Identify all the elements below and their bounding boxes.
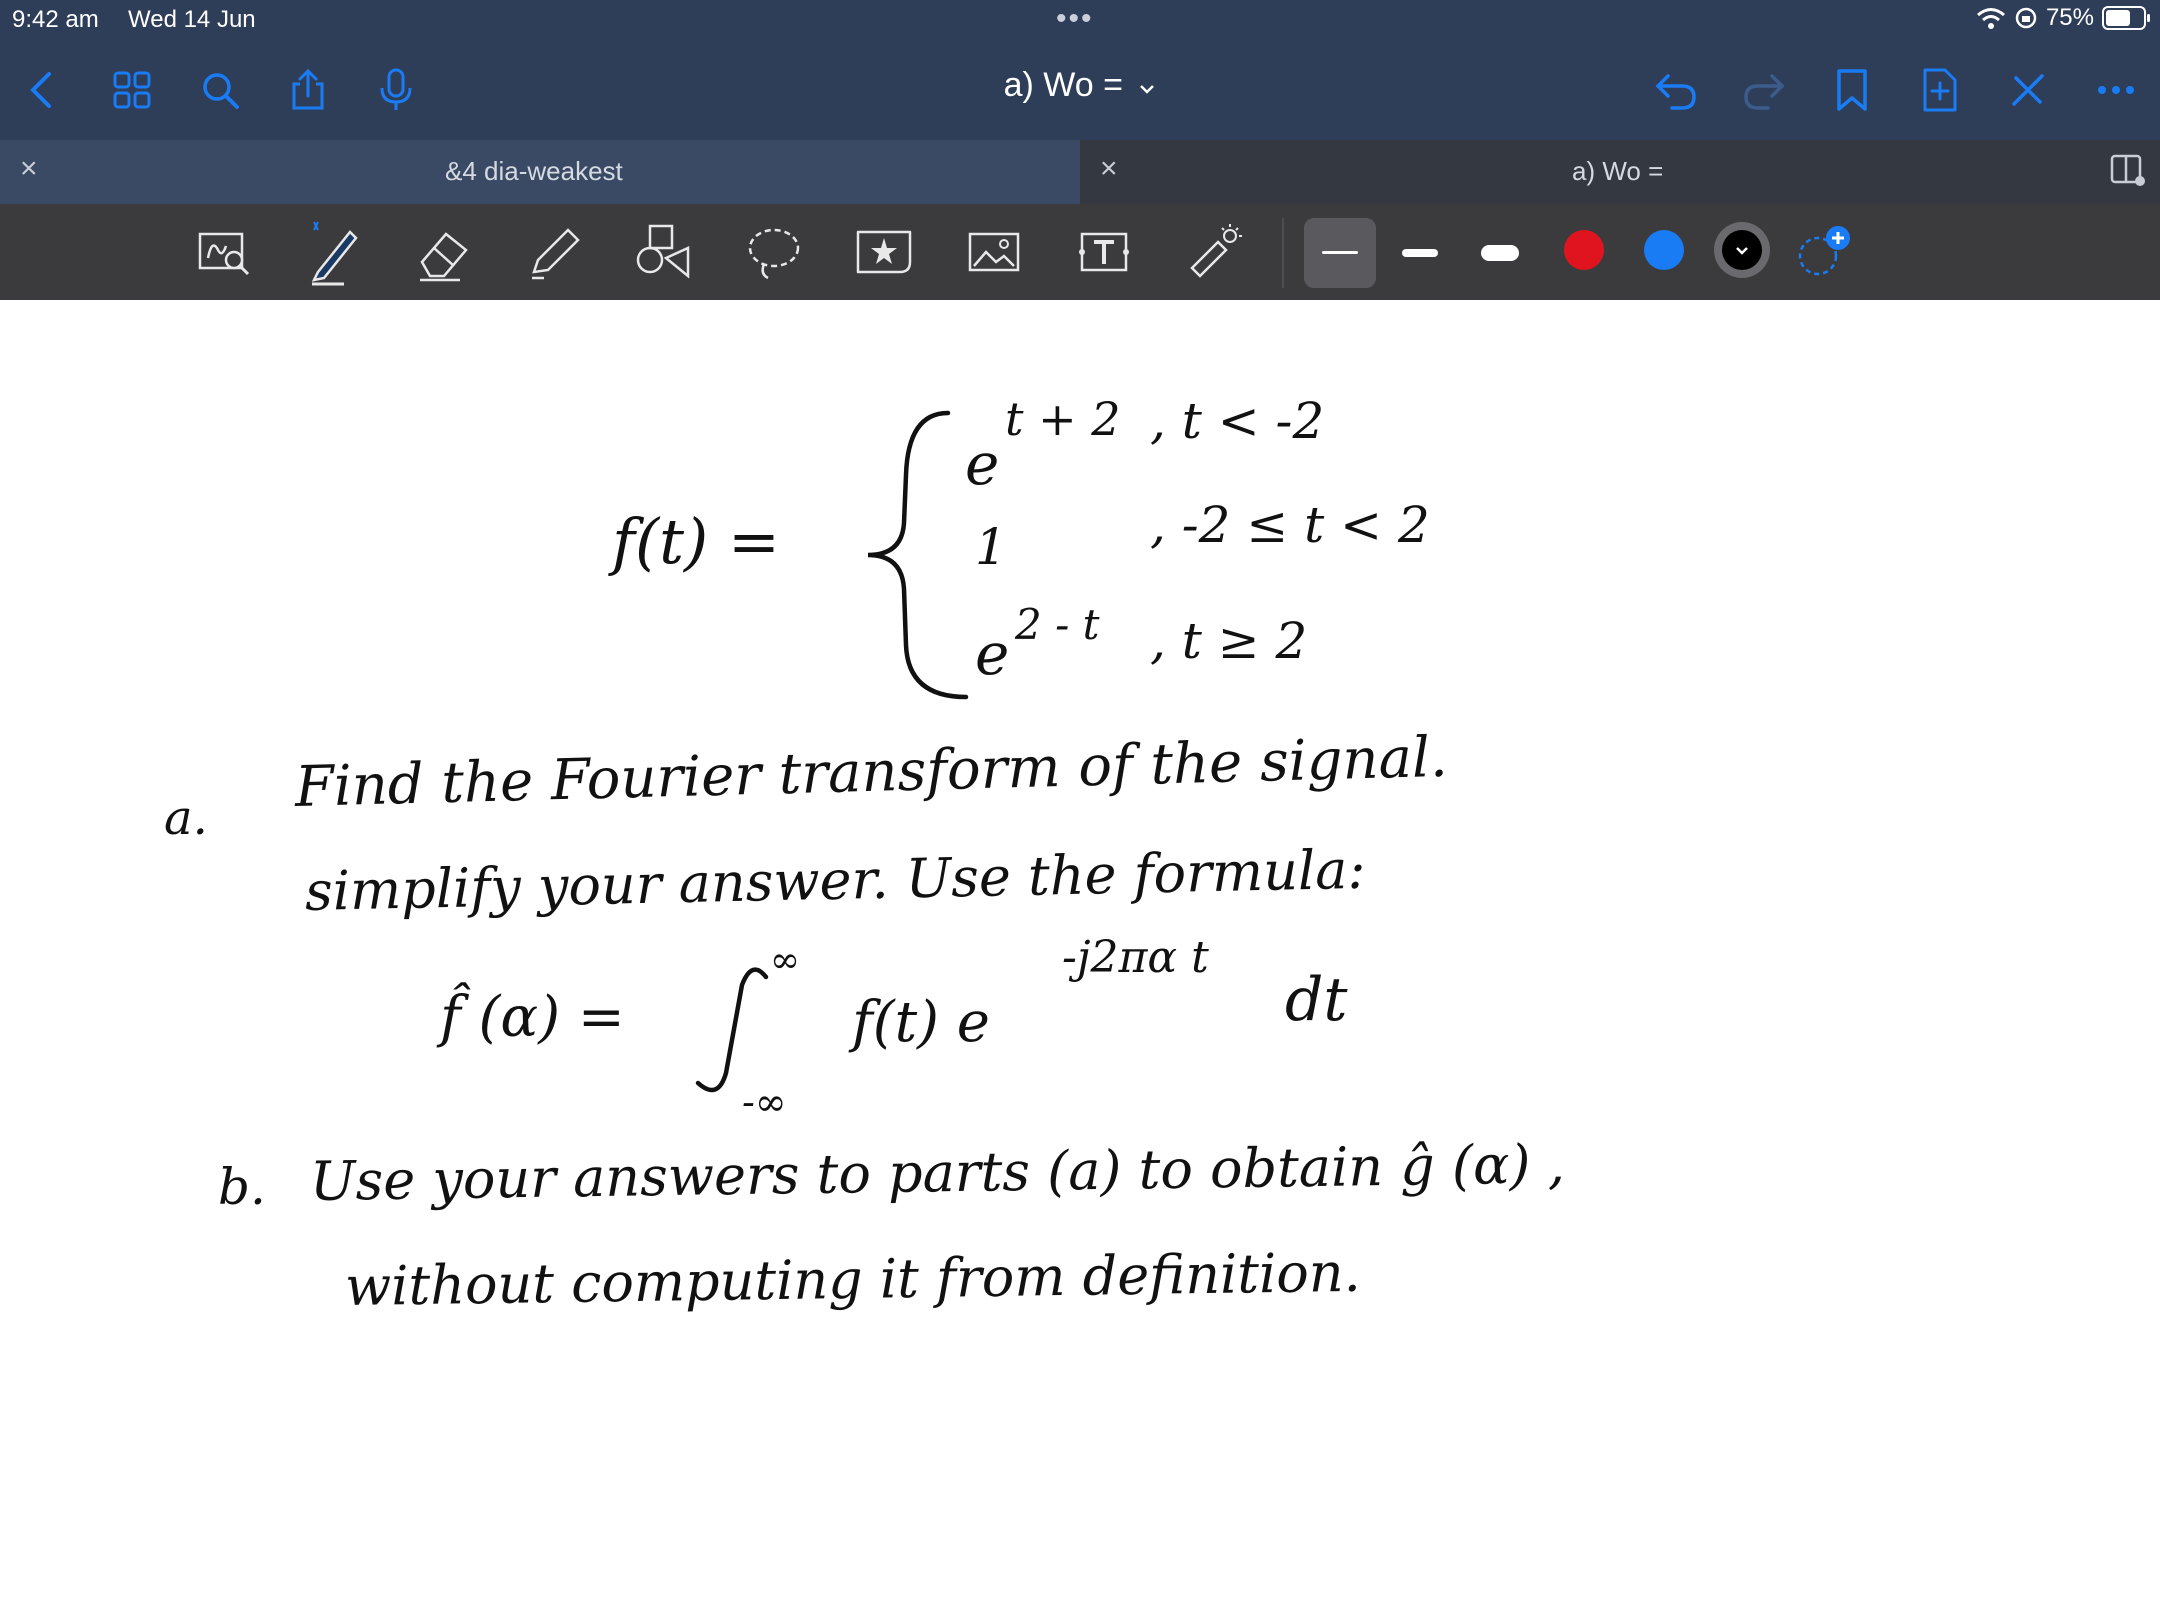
integral-lower-limit: -∞ [742, 1080, 787, 1124]
selected-color-dot [1722, 230, 1762, 270]
part-b-line2: without computing it from definition. [344, 1240, 1362, 1318]
case3-condition: , t ≥ 2 [1150, 612, 1308, 670]
status-date: Wed 14 Jun [128, 6, 256, 33]
zoom-window-icon [198, 232, 250, 276]
shapes-tool[interactable] [630, 218, 698, 286]
thumbnails-button[interactable] [106, 64, 158, 116]
laser-pointer-icon [1190, 224, 1242, 278]
color-swatch-blue[interactable] [1644, 230, 1684, 270]
eraser-icon [420, 232, 468, 282]
piecewise-brace [867, 410, 969, 700]
equation-lhs: f(t) = [612, 505, 780, 578]
microphone-button[interactable] [370, 64, 422, 116]
battery-percent: 75% [2045, 4, 2094, 31]
chevron-down-icon [1140, 85, 1155, 94]
image-icon [968, 232, 1020, 272]
color-swatch-black-selected[interactable] [1714, 222, 1770, 278]
split-view-icon[interactable] [2110, 154, 2146, 188]
stroke-thin-preview [1322, 251, 1358, 254]
lasso-tool[interactable] [740, 218, 808, 286]
chevron-left-icon [30, 72, 51, 108]
search-button[interactable] [194, 64, 246, 116]
stroke-medium-preview [1402, 249, 1438, 257]
status-bar: 9:42 am Wed 14 Jun ••• 75% [0, 0, 2160, 40]
note-canvas[interactable]: f(t) = e t + 2 , t < -2 1 , -2 ≤ t < 2 e… [0, 300, 2160, 1620]
back-button[interactable] [16, 64, 68, 116]
close-pen-icon [2012, 74, 2044, 106]
case2-value: 1 [975, 518, 1007, 576]
stroke-thick-button[interactable] [1480, 218, 1520, 288]
case1-condition: , t < -2 [1150, 392, 1325, 450]
stroke-thick-preview [1481, 245, 1519, 261]
zoom-window-tool[interactable] [190, 218, 258, 286]
case1-base: e [965, 430, 1000, 498]
image-tool[interactable] [960, 218, 1028, 286]
sticker-icon [856, 230, 912, 274]
formula-differential: dt [1285, 965, 1348, 1035]
chevron-down-icon [1736, 247, 1748, 255]
tab-label: &4 dia-weakest [445, 156, 623, 186]
stroke-medium-button[interactable] [1400, 218, 1440, 288]
bookmark-icon [1837, 69, 1867, 111]
add-color-icon [1798, 226, 1850, 276]
more-icon [2098, 86, 2134, 94]
wifi-icon [1976, 8, 2005, 29]
part-b-label: b. [218, 1158, 266, 1216]
highlighter-tool[interactable] [520, 218, 588, 286]
part-a-line1: Find the Fourier transform of the signal… [294, 724, 1449, 820]
part-b-line1: Use your answers to parts (a) to obtain … [309, 1132, 1566, 1213]
color-swatch-red[interactable] [1564, 230, 1604, 270]
orientation-lock-icon [2015, 7, 2037, 29]
document-title-label: a) Wo = [1003, 66, 1123, 104]
text-icon [1079, 232, 1129, 272]
text-tool[interactable] [1070, 218, 1138, 286]
share-icon [292, 68, 324, 110]
redo-button[interactable] [1738, 64, 1790, 116]
integrand-exponent: -j2πα t [1062, 932, 1209, 983]
formula-lhs: f̂ (α) = [440, 985, 625, 1050]
tab-active[interactable]: × &4 dia-weakest [0, 140, 1080, 204]
integral-upper-limit: ∞ [770, 940, 800, 981]
bookmark-button[interactable] [1826, 64, 1878, 116]
highlighter-icon [532, 228, 580, 280]
case3-exponent: 2 - t [1015, 600, 1100, 649]
redo-icon [1744, 74, 1785, 110]
lasso-icon [748, 228, 800, 280]
share-button[interactable] [282, 64, 334, 116]
tab-close-icon[interactable]: × [1100, 152, 1118, 186]
grid-icon [113, 71, 151, 109]
case1-exponent: t + 2 [1005, 392, 1121, 446]
more-button[interactable] [2090, 64, 2142, 116]
pen-tool[interactable] [300, 218, 368, 286]
tab-bar: × &4 dia-weakest × a) Wo = [0, 140, 2160, 204]
search-icon [203, 73, 239, 109]
status-time: 9:42 am [12, 6, 99, 33]
case2-condition: , -2 ≤ t < 2 [1150, 496, 1430, 554]
undo-icon [1655, 74, 1696, 110]
sticker-tool[interactable] [850, 218, 918, 286]
document-title[interactable]: a) Wo = [930, 66, 1230, 105]
eraser-tool[interactable] [410, 218, 478, 286]
part-a-label: a. [164, 790, 208, 846]
part-a-line2: simplify your answer. Use the formula: [304, 837, 1367, 923]
tab-close-icon[interactable]: × [20, 152, 38, 186]
multitask-dots-icon[interactable]: ••• [1056, 2, 1094, 36]
pen-icon [311, 221, 358, 286]
add-page-button[interactable] [1914, 64, 1966, 116]
toolbar-separator [1282, 218, 1284, 288]
shapes-icon [636, 224, 690, 279]
pen-close-button[interactable] [2002, 64, 2054, 116]
laser-pointer-tool[interactable] [1180, 218, 1248, 286]
add-page-icon [1923, 68, 1957, 112]
tab-label: a) Wo = [1572, 156, 1664, 186]
microphone-icon [380, 68, 412, 110]
add-color-button[interactable] [1796, 222, 1854, 280]
nav-bar: a) Wo = [0, 40, 2160, 140]
integrand: f(t) e [852, 990, 990, 1055]
drawing-toolbar [0, 204, 2160, 300]
undo-button[interactable] [1650, 64, 1702, 116]
battery-icon [2102, 6, 2150, 30]
case3-base: e [975, 620, 1010, 688]
stroke-thin-button[interactable] [1304, 218, 1376, 288]
